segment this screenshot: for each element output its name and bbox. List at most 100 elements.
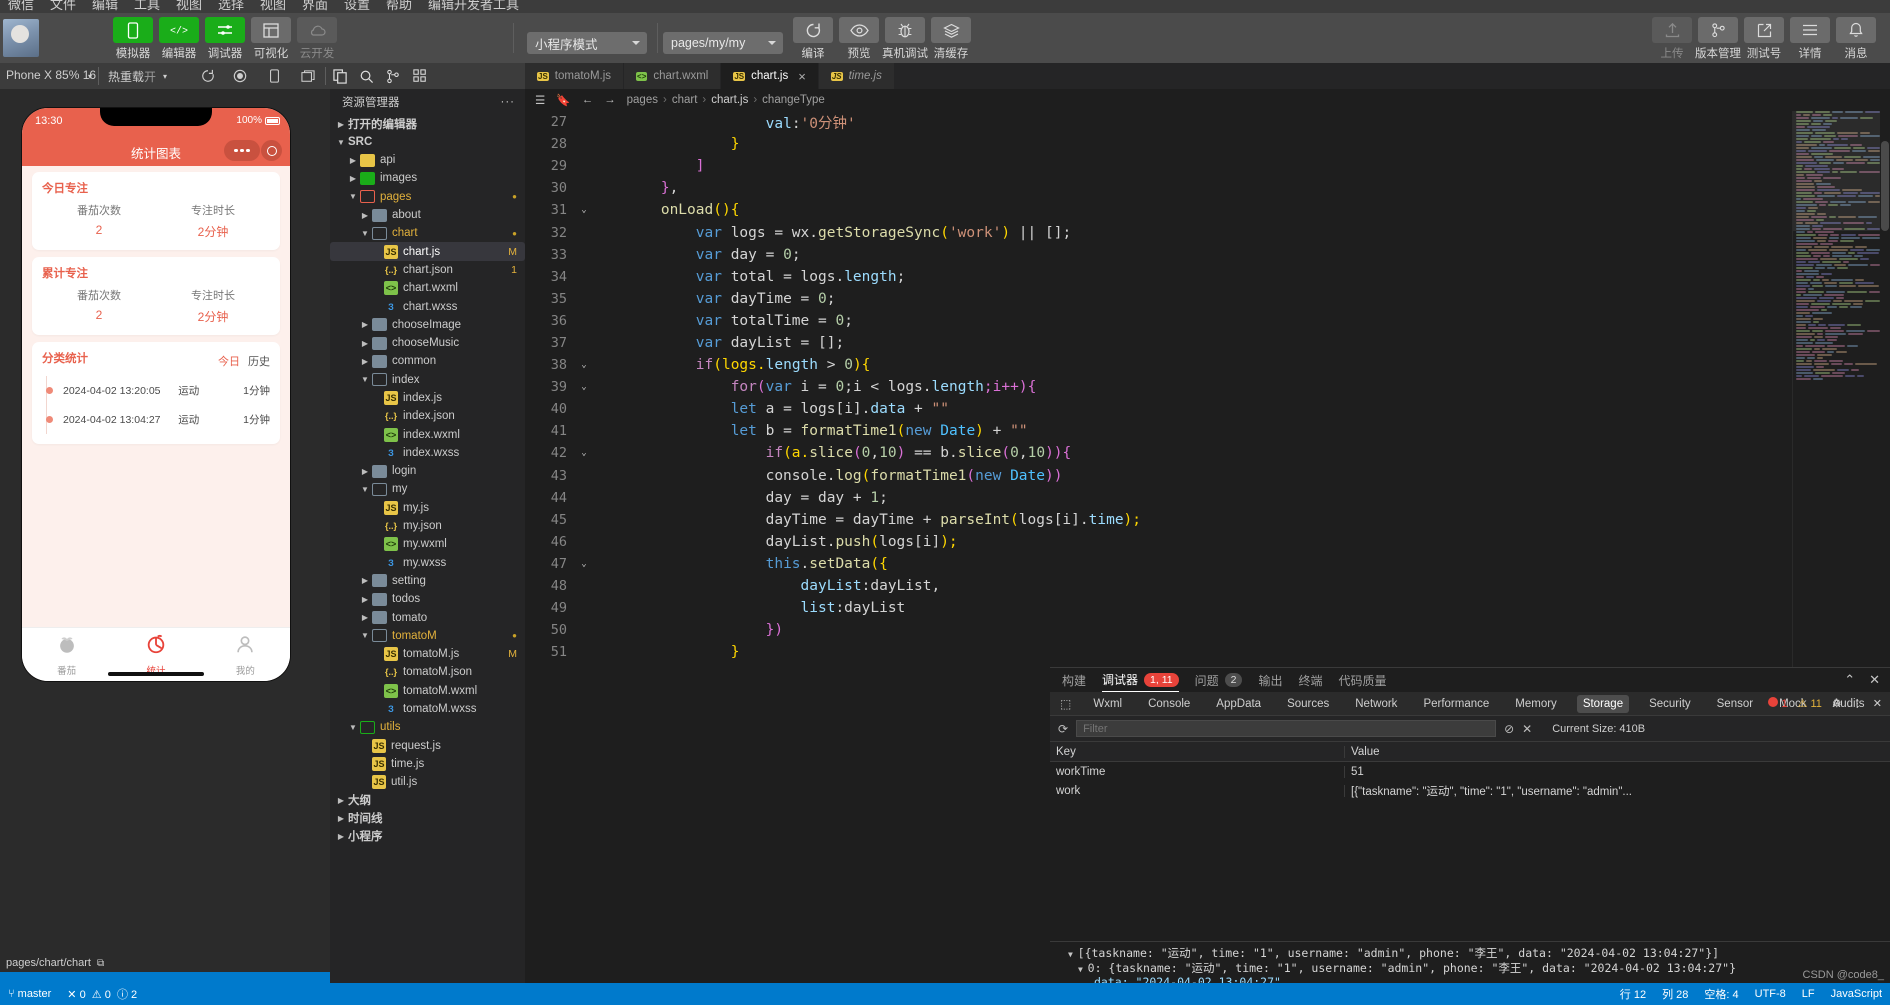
- status-item[interactable]: JavaScript: [1823, 988, 1890, 1000]
- forward-arrow-icon[interactable]: →: [604, 94, 616, 106]
- editor-tab-tomatoM.js[interactable]: JS tomatoM.js: [525, 63, 624, 89]
- devtools-tab-Vulnerability[interactable]: Vulnerability: [1885, 695, 1890, 713]
- phone-tab-我的[interactable]: 我的: [201, 628, 290, 681]
- menu-item-10[interactable]: 编辑开发者工具: [428, 0, 519, 13]
- 测试号-button[interactable]: 测试号: [1744, 17, 1784, 61]
- editor-scrollbar[interactable]: [1880, 111, 1890, 667]
- tree-folder-my[interactable]: ▼ my: [330, 480, 525, 498]
- tree-folder-chart[interactable]: ▼ chart ●: [330, 224, 525, 242]
- tree-file-index.json[interactable]: {..} index.json: [330, 407, 525, 425]
- tree-folder-pages[interactable]: ▼ pages ●: [330, 188, 525, 206]
- branch-indicator[interactable]: ⑂ master: [0, 988, 59, 1000]
- breadcrumb[interactable]: ☰ 🔖 ← → pages › chart › chart.js › changeType: [525, 89, 1890, 111]
- 可视化-button[interactable]: 可视化: [251, 17, 291, 61]
- app-menubar[interactable]: 微信 文件 编辑 工具 视图 选择 视图 界面 设置 帮助 编辑开发者工具: [0, 0, 1890, 13]
- 模拟器-button[interactable]: 模拟器: [113, 17, 153, 61]
- code-editor[interactable]: 27 val:'0分钟' 28 } 29 ] 30 }, 31 ⌄ onLoad(){32…: [525, 111, 1890, 667]
- 详情-button[interactable]: 详情: [1790, 17, 1830, 61]
- devtools-tab-Performance[interactable]: Performance: [1417, 695, 1495, 713]
- tree-file-tomatoM.wxml[interactable]: <> tomatoM.wxml: [330, 682, 525, 700]
- 云开发-button[interactable]: 云开发: [297, 17, 337, 61]
- category-tab-今日[interactable]: 今日: [218, 353, 240, 369]
- status-item[interactable]: 行 12: [1612, 986, 1654, 1002]
- tree-file-index.js[interactable]: JS index.js: [330, 389, 525, 407]
- 预览-button[interactable]: 预览: [839, 17, 879, 61]
- fold-icon[interactable]: ⌄: [577, 559, 591, 569]
- menu-item-2[interactable]: 编辑: [92, 0, 118, 13]
- tree-folder-tomato[interactable]: ▶ tomato: [330, 608, 525, 626]
- tree-file-my.wxss[interactable]: Зmy.wxss: [330, 554, 525, 572]
- tree-folder-todos[interactable]: ▶ todos: [330, 590, 525, 608]
- menu-item-9[interactable]: 帮助: [386, 0, 412, 13]
- tree-folder-images[interactable]: ▶ images: [330, 169, 525, 187]
- tree-file-request.js[interactable]: JS request.js: [330, 737, 525, 755]
- console-line[interactable]: ▼ [{taskname: "运动", time: "1", username:…: [1058, 945, 1890, 960]
- devtools-tab-AppData[interactable]: AppData: [1210, 695, 1267, 713]
- phone-preview[interactable]: 13:30 100% 统计图表 今日专注 番茄次数 2 专注时长 2分钟 累计专注 番…: [22, 108, 290, 681]
- fold-icon[interactable]: ⌄: [577, 382, 591, 392]
- menu-item-5[interactable]: 选择: [218, 0, 244, 13]
- tree-file-chart.json[interactable]: {..} chart.json 1: [330, 261, 525, 279]
- console-line[interactable]: ▼ 0: {taskname: "运动", time: "1", usernam…: [1058, 960, 1890, 975]
- explorer-section-大纲[interactable]: ▶ 大纲: [330, 791, 525, 809]
- hotreload-value[interactable]: 开: [144, 68, 156, 85]
- log-row[interactable]: 2024-04-02 13:20:05 运动 1分钟: [42, 376, 270, 405]
- editor-tab-chart.js[interactable]: JS chart.js ×: [721, 63, 818, 89]
- 真机调试-button[interactable]: 真机调试: [885, 17, 925, 61]
- breadcrumb-item[interactable]: pages: [627, 94, 658, 106]
- panel-tab-代码质量[interactable]: 代码质量: [1339, 668, 1387, 692]
- 编译-button[interactable]: 编译: [793, 17, 833, 61]
- close-icon[interactable]: ✕: [1869, 672, 1880, 688]
- window-icon[interactable]: [298, 66, 318, 86]
- explorer-sections[interactable]: ▶ 大纲 ▶ 时间线 ▶ 小程序: [330, 791, 525, 845]
- search-icon[interactable]: [356, 66, 376, 86]
- fold-icon[interactable]: ⌄: [577, 448, 591, 458]
- capsule-more-icon[interactable]: [224, 140, 260, 161]
- refresh-icon[interactable]: [198, 66, 218, 86]
- status-item[interactable]: 列 28: [1654, 986, 1696, 1002]
- tree-folder-about[interactable]: ▶ about: [330, 206, 525, 224]
- devtools-tab-Memory[interactable]: Memory: [1509, 695, 1563, 713]
- more-icon[interactable]: ···: [501, 96, 516, 108]
- filter-input[interactable]: [1076, 720, 1496, 737]
- editor-tabstrip[interactable]: JS tomatoM.js <> chart.wxml JS chart.js × JS tim…: [525, 63, 1890, 89]
- panel-tab-输出[interactable]: 输出: [1258, 668, 1282, 692]
- tree-folder-login[interactable]: ▶ login: [330, 462, 525, 480]
- table-row[interactable]: work [{"taskname": "运动", "time": "1", "us…: [1050, 781, 1890, 800]
- record-icon[interactable]: [230, 66, 250, 86]
- devtools-tab-Sensor[interactable]: Sensor: [1711, 695, 1759, 713]
- page-route-select[interactable]: pages/my/my: [663, 32, 783, 54]
- category-tab-历史[interactable]: 历史: [248, 353, 270, 369]
- 编辑器-button[interactable]: </> 编辑器: [159, 17, 199, 61]
- menu-item-8[interactable]: 设置: [344, 0, 370, 13]
- avatar[interactable]: [3, 19, 39, 57]
- tree-file-my.json[interactable]: {..} my.json: [330, 517, 525, 535]
- grid-icon[interactable]: [410, 66, 430, 86]
- open-editors-section[interactable]: ▶ 打开的编辑器: [330, 115, 525, 133]
- tree-folder-tomatoM[interactable]: ▼ tomatoM ●: [330, 627, 525, 645]
- menu-item-0[interactable]: 微信: [8, 0, 34, 13]
- devtools-tab-Storage[interactable]: Storage: [1577, 695, 1629, 713]
- panel-tab-终端[interactable]: 终端: [1298, 668, 1322, 692]
- tree-file-util.js[interactable]: JS util.js: [330, 773, 525, 791]
- devtools-tab-Wxml[interactable]: Wxml: [1087, 695, 1128, 713]
- status-item[interactable]: 空格: 4: [1696, 986, 1746, 1002]
- expand-icon[interactable]: ▼: [1068, 950, 1078, 959]
- refresh-icon[interactable]: ⟳: [1058, 722, 1068, 736]
- 版本管理-button[interactable]: 版本管理: [1698, 17, 1738, 61]
- devtools-tab-Network[interactable]: Network: [1349, 695, 1403, 713]
- menu-item-6[interactable]: 视图: [260, 0, 286, 13]
- tree-file-time.js[interactable]: JS time.js: [330, 755, 525, 773]
- tree-file-my.wxml[interactable]: <> my.wxml: [330, 535, 525, 553]
- copy-icon[interactable]: [330, 66, 350, 86]
- storage-table[interactable]: Key Value Type workTime51Numberwork[{"ta…: [1050, 742, 1890, 800]
- category-tabs[interactable]: 今日 历史: [218, 353, 270, 369]
- minimap[interactable]: [1792, 111, 1880, 667]
- 调试器-button[interactable]: 调试器: [205, 17, 245, 61]
- devtools-tab-Console[interactable]: Console: [1142, 695, 1196, 713]
- copy-icon[interactable]: ⧉: [97, 958, 104, 969]
- tree-file-index.wxml[interactable]: <> index.wxml: [330, 425, 525, 443]
- capsule-close-icon[interactable]: [261, 140, 282, 161]
- panel-tabs[interactable]: 构建 调试器 1, 11 问题 2 输出 终端 代码质量 ⌃ ✕: [1050, 668, 1890, 692]
- breadcrumb-item[interactable]: changeType: [762, 94, 825, 106]
